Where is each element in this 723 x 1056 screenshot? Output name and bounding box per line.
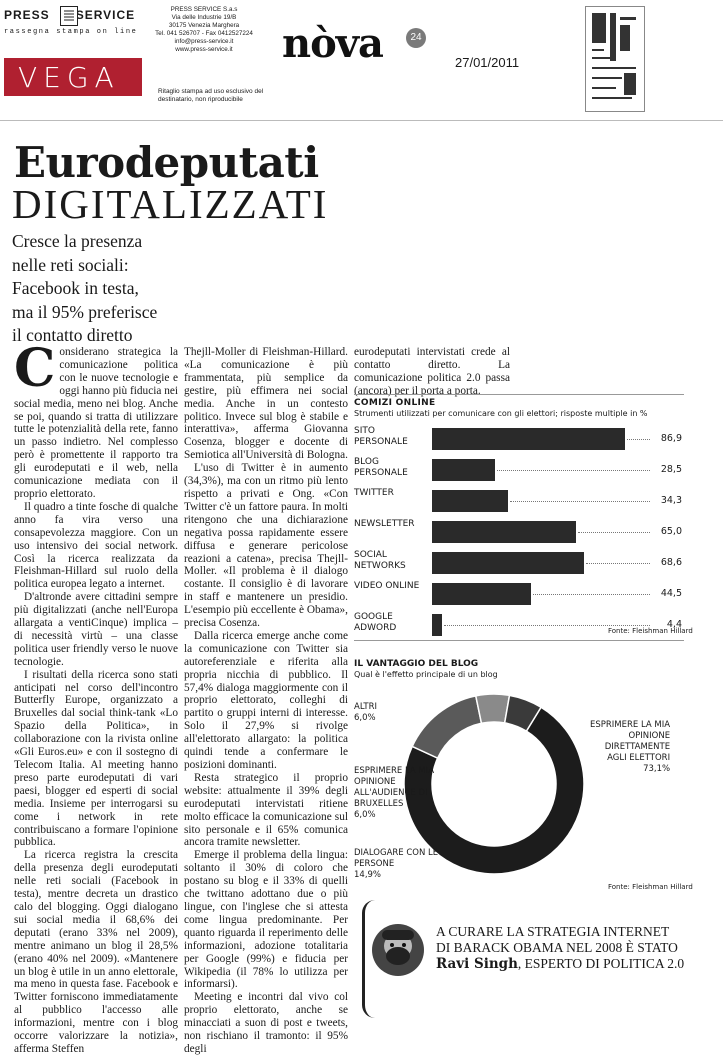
pie-label: ESPRIMERE LA MIA OPINIONE DIRETTAMENTE AGLI… [590, 720, 670, 775]
press-service-tagline: rassegna stampa on line [4, 28, 138, 36]
paragraph: Considerano strategica la comunicazione … [14, 338, 178, 500]
clipping-header: PRESS SERVICE rassegna stampa on line VE… [0, 0, 723, 120]
page-thumbnail [585, 6, 645, 112]
pie-label-line: 6,0% [354, 713, 376, 723]
chart-divider [354, 394, 684, 395]
bar-leader [532, 594, 650, 595]
pull-quote: A CURARE LA STRATEGIA INTERNET DI BARACK… [436, 924, 685, 972]
publication-logo: nòva [282, 20, 384, 67]
press-service-address: PRESS SERVICE S.a.s Via delle Industrie … [155, 6, 253, 53]
pie-slice [474, 693, 511, 725]
pie-label-line: DIALOGARE CON LE [354, 848, 439, 858]
article-column-2: Thejll-Moller di Fleishman-Hillard. «La … [184, 346, 348, 1056]
bar-leader [626, 439, 650, 440]
publication-badge: 24 [406, 28, 426, 48]
pie-label-line: BRUXELLES [354, 799, 404, 809]
bar [432, 614, 442, 636]
bar-leader [443, 625, 650, 626]
pie-label-line: ESPRIMERE LA MIA [590, 720, 671, 730]
bar-value-label: 44,5 [660, 588, 682, 599]
dropcap: C [14, 338, 56, 399]
bar [432, 552, 585, 574]
bar-label: NEWSLETTER [354, 519, 415, 529]
bar-label: TWITTER [354, 488, 394, 498]
article-subtitle: DIGITALIZZATI [12, 181, 329, 227]
pie-chart-subtitle: Qual è l'effetto principale di un blog [354, 670, 498, 679]
bar [432, 521, 577, 543]
pie-label-line: ESPRIMERE LA MIA [354, 766, 435, 776]
vega-logo: VEGA [4, 58, 142, 96]
pie-label: DIALOGARE CON LE PERSONE 14,9% [354, 848, 438, 881]
bar [432, 490, 509, 512]
paragraph: Dalla ricerca emerge anche come la comun… [184, 629, 348, 771]
paragraph: La ricerca registra la crescita della pr… [14, 849, 178, 1055]
pie-label-line: ALTRI [354, 702, 377, 712]
pie-chart-title: IL VANTAGGIO DEL BLOG [354, 659, 479, 669]
bar-label: VIDEO ONLINE [354, 581, 420, 591]
pie-label: ALTRI 6,0% [354, 702, 377, 724]
article-deck: Cresce la presenza nelle reti sociali: F… [12, 231, 158, 345]
pie-chart-source: Fonte: Fleishman Hillard [608, 883, 693, 891]
paragraph: D'altronde avere cittadini sempre più di… [14, 591, 178, 668]
bar-label: BLOG PERSONALE [354, 457, 408, 478]
bar-value-label: 34,3 [660, 495, 682, 506]
bar-chart-source: Fonte: Fleishman Hillard [608, 627, 693, 635]
newspaper-icon [60, 6, 78, 26]
pie-label-line: DIRETTAMENTE [604, 742, 671, 752]
reproduction-disclaimer: Ritaglio stampa ad uso esclusivo del des… [158, 88, 264, 103]
chart-divider [354, 640, 684, 641]
pie-label: ESPRIMERE LA MIA OPINIONE ALL'AUDIENCE DI B… [354, 766, 434, 821]
paragraph: L'uso di Twitter è in aumento (34,3%), m… [184, 462, 348, 630]
pie-label-line: AGLI ELETTORI [607, 753, 671, 763]
bar-value-label: 65,0 [660, 526, 682, 537]
article-column-1: Considerano strategica la comunicazione … [14, 338, 178, 1056]
pie-label-line: PERSONE [354, 859, 395, 869]
bar-label: SITO PERSONALE [354, 426, 408, 447]
bar-value-label: 68,6 [660, 557, 682, 568]
pie-label-line: OPINIONE [354, 777, 396, 787]
press-service-logo: PRESS SERVICE rassegna stampa on line [4, 6, 136, 56]
bar-leader [497, 470, 650, 471]
paragraph: Il quadro a tinte fosche di qualche anno… [14, 500, 178, 591]
paragraph: I risultati della ricerca sono stati ant… [14, 668, 178, 849]
bar [432, 428, 625, 450]
pie-label-line: ALL'AUDIENCE DI [354, 788, 428, 798]
bar-chart-subtitle: Strumenti utilizzati per comunicare con … [354, 409, 648, 418]
header-divider [0, 120, 723, 121]
quote-role: , ESPERTO DI POLITICA 2.0 [517, 956, 685, 971]
pie-label-line: OPINIONE [628, 731, 671, 741]
bar [432, 583, 531, 605]
clipping-date: 27/01/2011 [455, 55, 520, 70]
article-column-3: eurodeputati intervistati crede al conta… [354, 346, 510, 398]
bar-label: SOCIAL NETWORKS [354, 550, 406, 571]
avatar [372, 924, 424, 976]
quote-name: Ravi Singh [436, 956, 518, 972]
paragraph: eurodeputati intervistati crede al conta… [354, 346, 510, 397]
paragraph: Thejll-Moller di Fleishman-Hillard. «La … [184, 346, 348, 462]
pie-label-line: 6,0% [354, 810, 376, 820]
bar-label: GOOGLE ADWORD [354, 612, 397, 633]
pie-label-line: 73,1% [643, 764, 671, 774]
bar-leader [586, 563, 650, 564]
bar-leader [578, 532, 650, 533]
paragraph: Emerge il problema della lingua: soltant… [184, 849, 348, 991]
pie-label-line: 14,9% [354, 870, 382, 880]
bar-leader [510, 501, 650, 502]
bar-value-label: 86,9 [660, 433, 682, 444]
bar [432, 459, 496, 481]
bar-value-label: 28,5 [660, 464, 682, 475]
pie-slice [411, 694, 483, 760]
bar-chart-title: COMIZI ONLINE [354, 398, 436, 408]
paragraph: Resta strategico il proprio website: att… [184, 771, 348, 849]
